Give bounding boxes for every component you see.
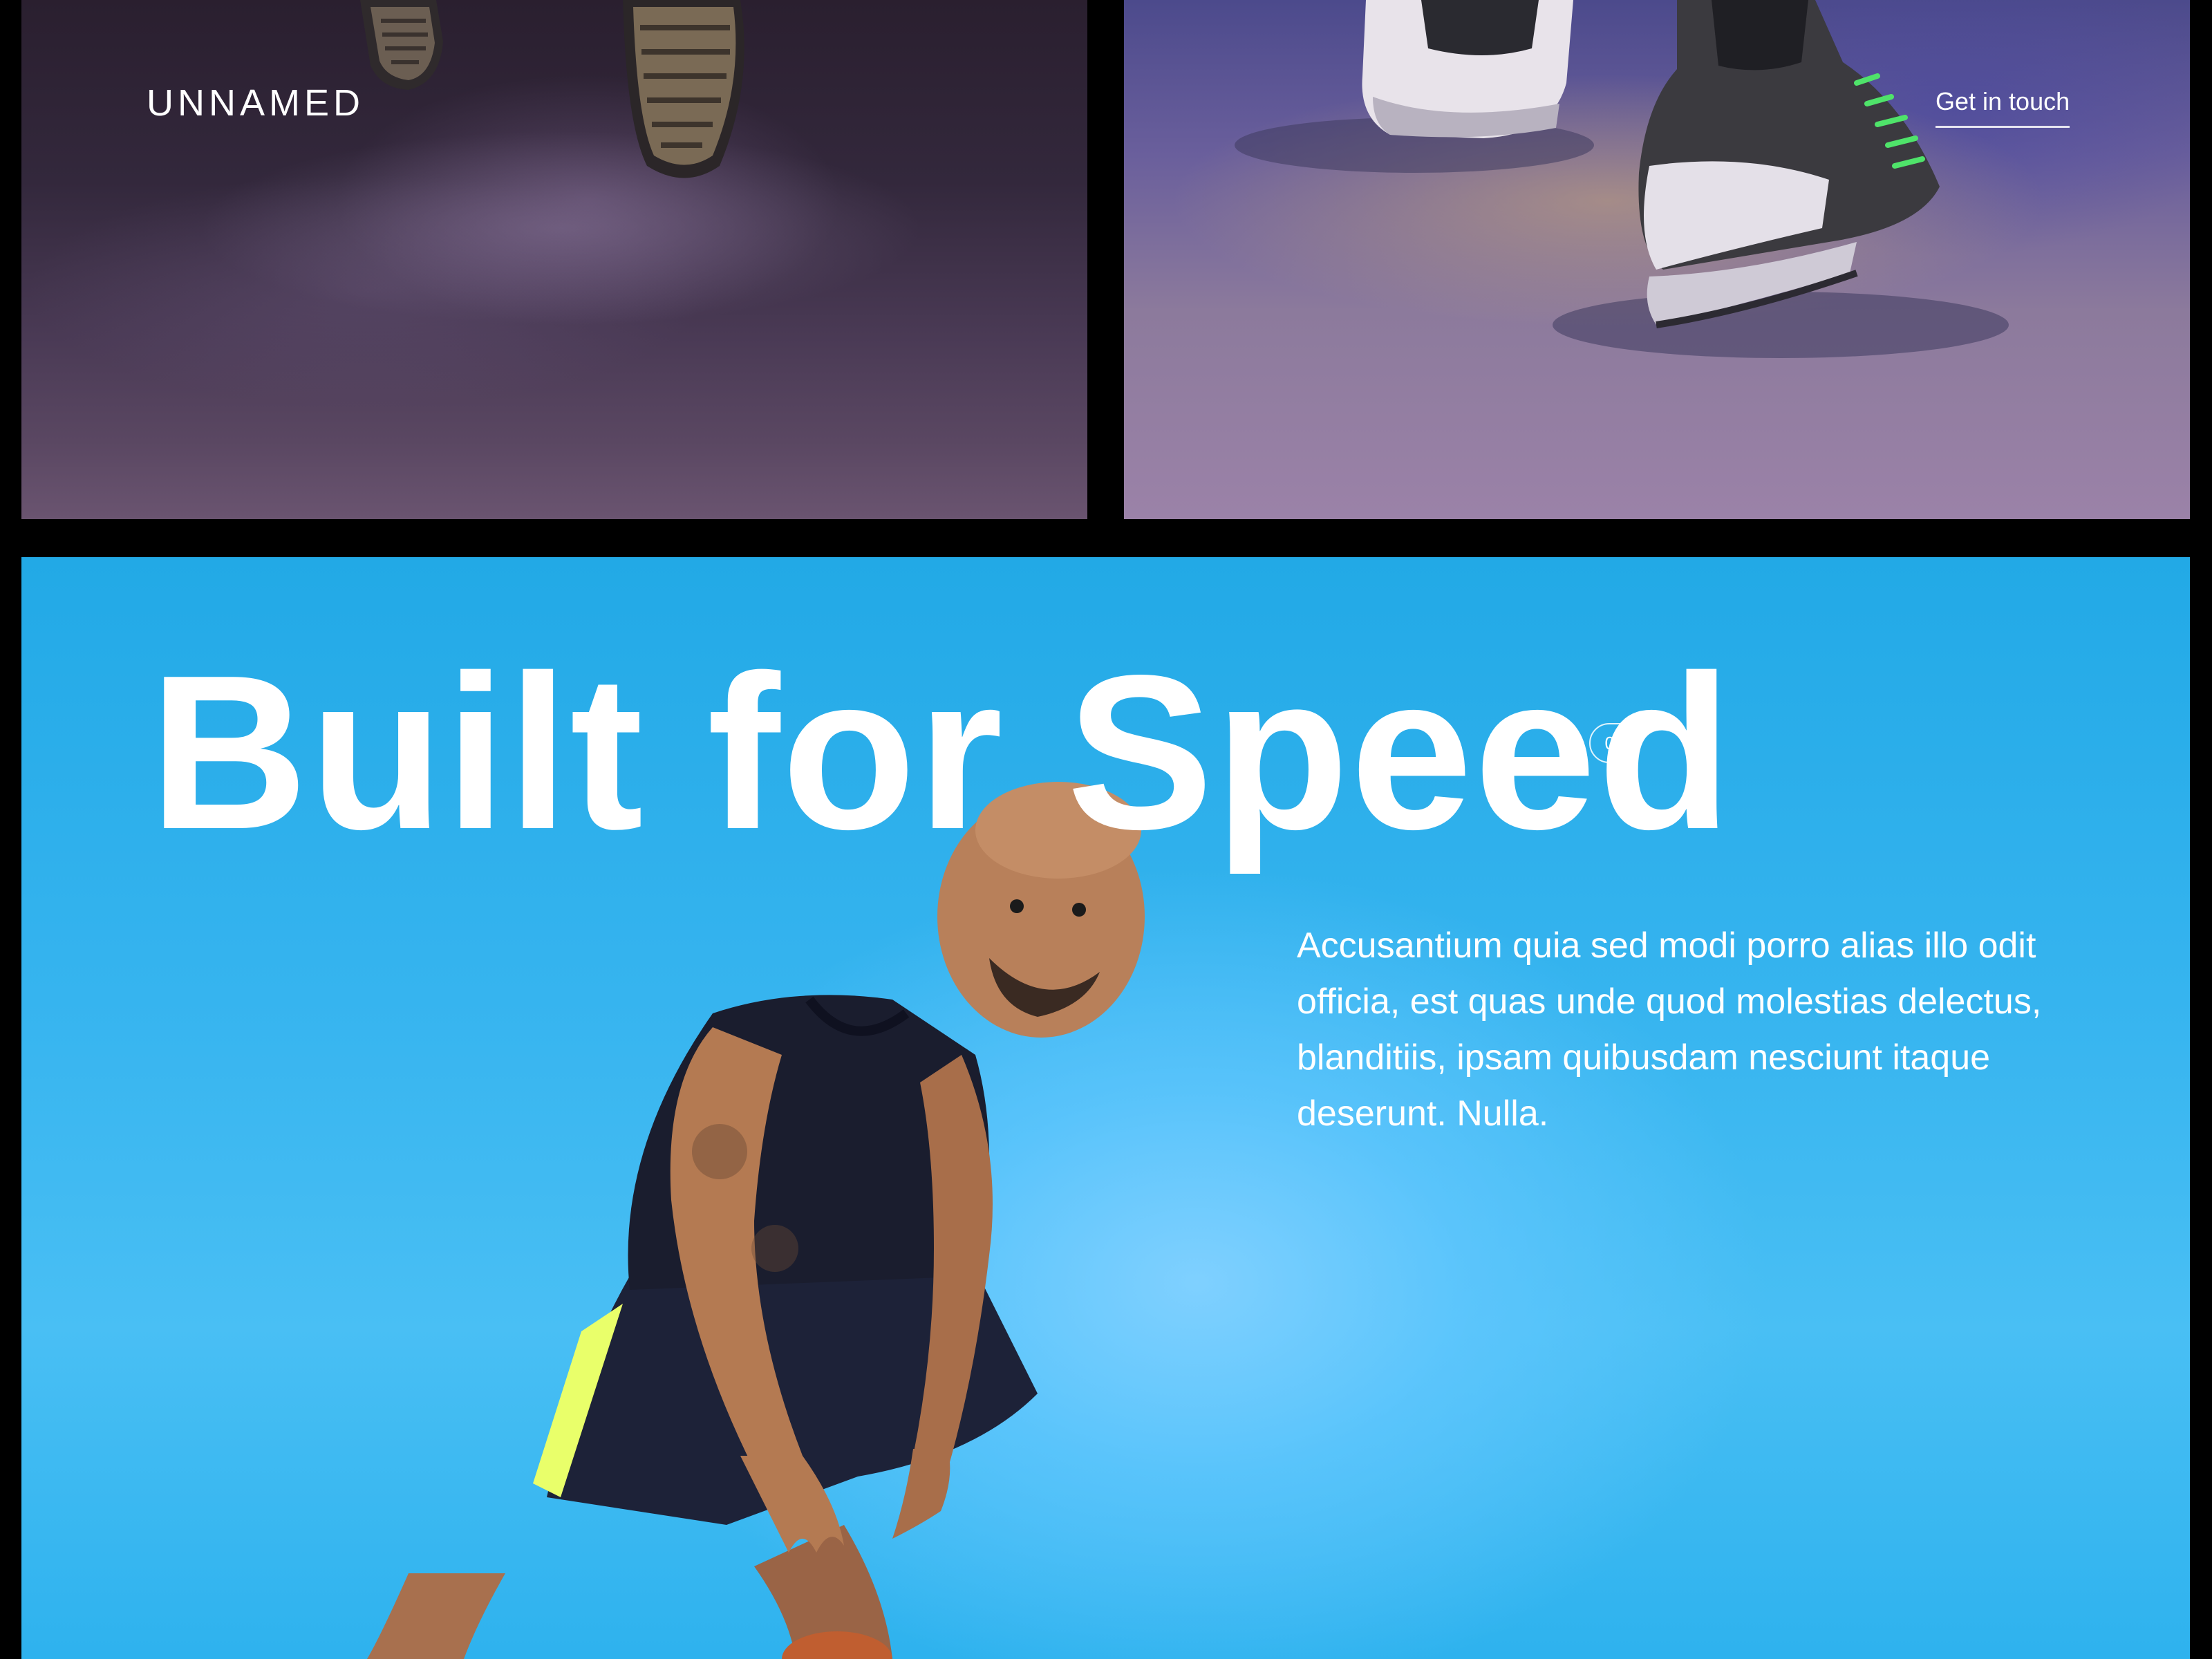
hero-section: Built for Speed 03 Accusantium quia sed …: [21, 557, 2190, 1659]
brand-logo[interactable]: UNNAMED: [147, 82, 364, 124]
page: UNNAMED Get in touch Built for Speed 03 …: [0, 0, 2212, 1659]
sneakers-walking-photo: [1124, 0, 2190, 519]
get-in-touch-link[interactable]: Get in touch: [1936, 87, 2070, 128]
hero-headline: Built for Speed: [149, 630, 1734, 875]
running-shoes-soles-photo: [21, 0, 1087, 519]
hero-description: Accusantium quia sed modi porro alias il…: [1297, 926, 2042, 1134]
shoe-soles-illustration: [201, 0, 920, 325]
slide-number-badge: 03: [1589, 723, 1640, 763]
sneakers-illustration: [1235, 0, 2009, 358]
